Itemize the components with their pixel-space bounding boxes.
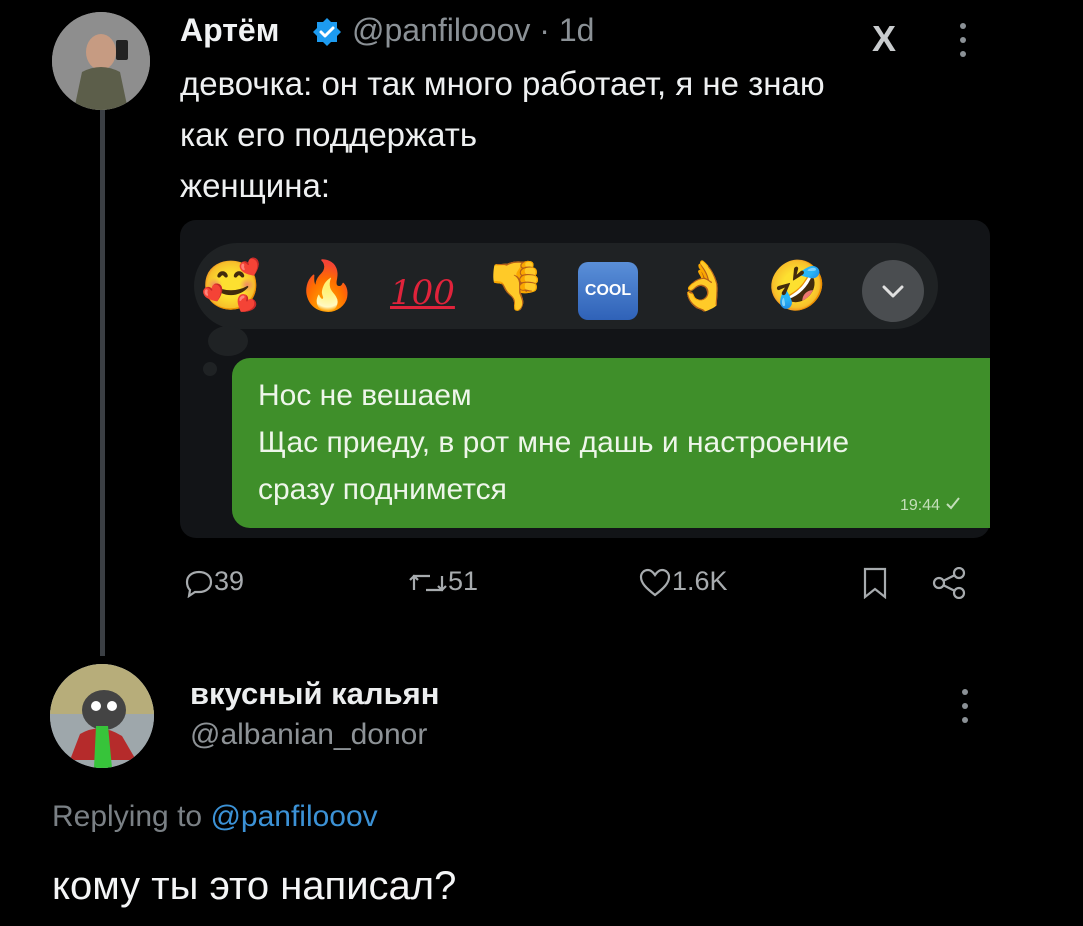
reply-icon — [185, 570, 213, 599]
author-name[interactable]: Артём — [180, 12, 279, 49]
bookmark-icon — [863, 567, 887, 600]
retweet-count: 51 — [448, 566, 479, 596]
reply-author-name[interactable]: вкусный кальян — [190, 676, 439, 712]
fire-icon: 🔥 — [297, 260, 357, 313]
heart-icon — [639, 568, 671, 597]
replying-to-prefix: Replying to — [52, 800, 203, 833]
cartoon-avatar-icon — [50, 664, 154, 768]
cool-button-icon: COOL — [578, 262, 638, 320]
more-options-icon[interactable] — [960, 22, 966, 58]
reaction-bubble-tail-small — [203, 362, 217, 376]
retweet-icon — [409, 574, 447, 592]
expand-reactions-button — [862, 260, 924, 322]
retweet-action[interactable]: 51 — [408, 566, 478, 598]
replying-to-line: Replying to @panfilooov — [52, 800, 378, 834]
reply-author-handle[interactable]: @albanian_donor — [190, 718, 427, 752]
ok-hand-icon: 👌 — [673, 260, 733, 313]
reply-action[interactable]: 39 — [184, 566, 245, 599]
x-logo-icon: X — [872, 18, 897, 59]
sent-check-icon — [945, 497, 960, 510]
reply-text: кому ты это написал? — [52, 864, 457, 908]
verified-badge-icon — [313, 18, 341, 46]
reaction-bubble-tail — [208, 326, 248, 356]
replying-to-handle[interactable]: @panfilooov — [210, 800, 377, 833]
author-avatar[interactable] — [52, 12, 150, 110]
hundred-points-icon: 100 — [390, 273, 455, 313]
like-action[interactable]: 1.6K — [638, 566, 728, 598]
person-photo-icon — [52, 12, 150, 110]
tweet-age[interactable]: 1d — [559, 12, 595, 48]
chat-message-time: 19:44 — [900, 496, 961, 515]
separator-dot: · — [539, 12, 550, 48]
reply-count: 39 — [214, 566, 245, 596]
share-icon — [932, 566, 966, 599]
bookmark-action[interactable] — [862, 566, 888, 600]
chat-message-text: Нос не вешаем Щас приеду, в рот мне дашь… — [258, 379, 850, 506]
like-count: 1.6K — [672, 566, 728, 596]
thumbs-down-icon: 👎 — [485, 260, 545, 313]
author-handle-line: @panfilooov · 1d — [352, 12, 594, 49]
smiling-face-with-hearts-icon: 🥰 — [201, 260, 261, 313]
reply-author-avatar[interactable] — [50, 664, 154, 768]
thread-line — [100, 108, 105, 656]
share-action[interactable] — [932, 566, 966, 599]
reply-more-options-icon[interactable] — [962, 688, 968, 724]
tweet-text: девочка: он так много работает, я не зна… — [180, 65, 825, 204]
rolling-on-floor-laughing-icon: 🤣 — [767, 260, 827, 313]
chevron-down-icon — [882, 285, 904, 298]
author-handle[interactable]: @panfilooov — [352, 12, 530, 48]
message-time-text: 19:44 — [900, 497, 941, 514]
